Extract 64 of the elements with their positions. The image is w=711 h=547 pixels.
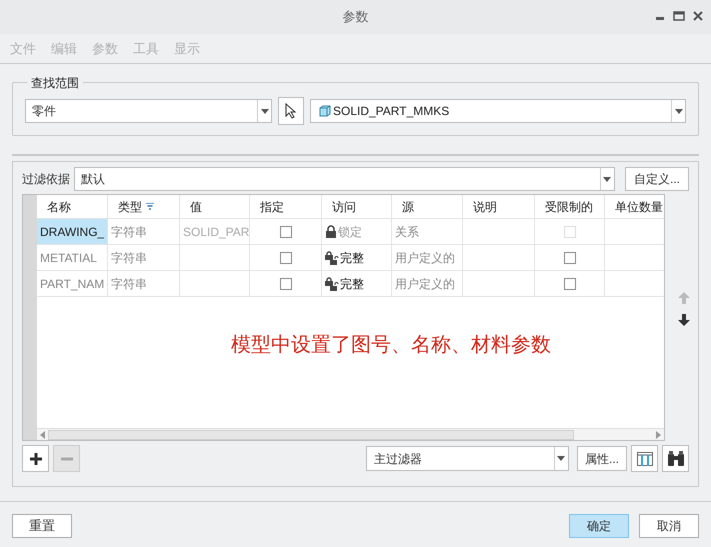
properties-button[interactable]: 属性...	[576, 446, 627, 471]
table-cell-text: 用户定义的	[395, 276, 455, 292]
table-cell-text: 字符串	[111, 224, 147, 240]
horizontal-scrollbar[interactable]	[37, 428, 664, 440]
minus-icon	[60, 456, 74, 460]
table-columns-icon	[636, 452, 652, 466]
table-cell[interactable]: PART_NAM	[37, 271, 108, 296]
reset-button[interactable]: 重置	[12, 514, 72, 538]
type-dropdown[interactable]: 零件	[25, 99, 272, 123]
maximize-icon[interactable]	[673, 10, 685, 22]
add-button[interactable]	[22, 445, 49, 472]
table-cell-text: 字符串	[111, 276, 147, 292]
plus-icon	[28, 452, 42, 466]
checkbox[interactable]	[280, 252, 292, 264]
filter-icon	[146, 203, 154, 210]
table-cell-text: SOLID_PAR	[183, 224, 250, 240]
customize-button[interactable]: 自定义...	[624, 167, 689, 191]
close-icon[interactable]	[693, 10, 703, 22]
filter-dropdown[interactable]: 默认	[74, 167, 615, 191]
cancel-button[interactable]: 取消	[639, 514, 699, 538]
column-header[interactable]: 名称	[47, 198, 71, 216]
model-dropdown[interactable]: SOLID_PART_MMKS	[310, 99, 686, 123]
column-header[interactable]: 受限制的	[545, 198, 593, 216]
filter-label: 过滤依据	[22, 171, 70, 188]
group-legend: 查找范围	[27, 74, 83, 92]
unlocked-icon	[325, 250, 339, 264]
checkbox[interactable]	[564, 252, 576, 264]
caret-icon	[603, 176, 612, 182]
table-cell[interactable]: DRAWING_	[37, 219, 108, 244]
caret-icon	[260, 108, 268, 114]
lock-icon	[325, 225, 337, 238]
table-cell[interactable]: METATIAL	[37, 245, 108, 270]
window-title: 参数	[342, 8, 368, 26]
caret-icon	[557, 456, 566, 461]
table-cell-text: 锁定	[338, 224, 362, 240]
checkbox[interactable]	[280, 278, 292, 290]
checkbox[interactable]	[280, 226, 292, 238]
main-filter-dropdown[interactable]: 主过滤器	[366, 446, 569, 471]
scroll-left-icon[interactable]	[40, 430, 45, 438]
unlocked-icon	[325, 276, 339, 290]
column-header[interactable]: 单位数量	[615, 198, 663, 216]
find-button[interactable]	[662, 445, 689, 472]
cube-icon	[319, 105, 331, 117]
table-cell-text: 字符串	[111, 250, 147, 266]
column-header[interactable]: 类型	[118, 198, 142, 216]
binoculars-icon	[666, 450, 684, 466]
column-header[interactable]: 访问	[332, 198, 356, 216]
columns-button[interactable]	[631, 445, 658, 472]
scroll-right-icon[interactable]	[656, 430, 661, 438]
move-down-icon[interactable]	[678, 314, 690, 326]
annotation-text: 模型中设置了图号、名称、材料参数	[231, 333, 551, 358]
table-cell-text: 完整	[340, 250, 364, 266]
pointer-icon	[285, 103, 297, 119]
table-cell-text: 用户定义的	[395, 250, 455, 266]
column-header[interactable]: 指定	[260, 198, 284, 216]
caret-icon	[674, 108, 682, 114]
checkbox[interactable]	[564, 278, 576, 290]
column-header[interactable]: 说明	[473, 198, 497, 216]
column-header[interactable]: 源	[402, 198, 414, 216]
table-cell-text: 完整	[340, 276, 364, 292]
select-button[interactable]	[278, 97, 304, 125]
column-header[interactable]: 值	[190, 198, 202, 216]
table-cell-text: 关系	[395, 224, 419, 240]
ok-button[interactable]: 确定	[569, 514, 629, 538]
